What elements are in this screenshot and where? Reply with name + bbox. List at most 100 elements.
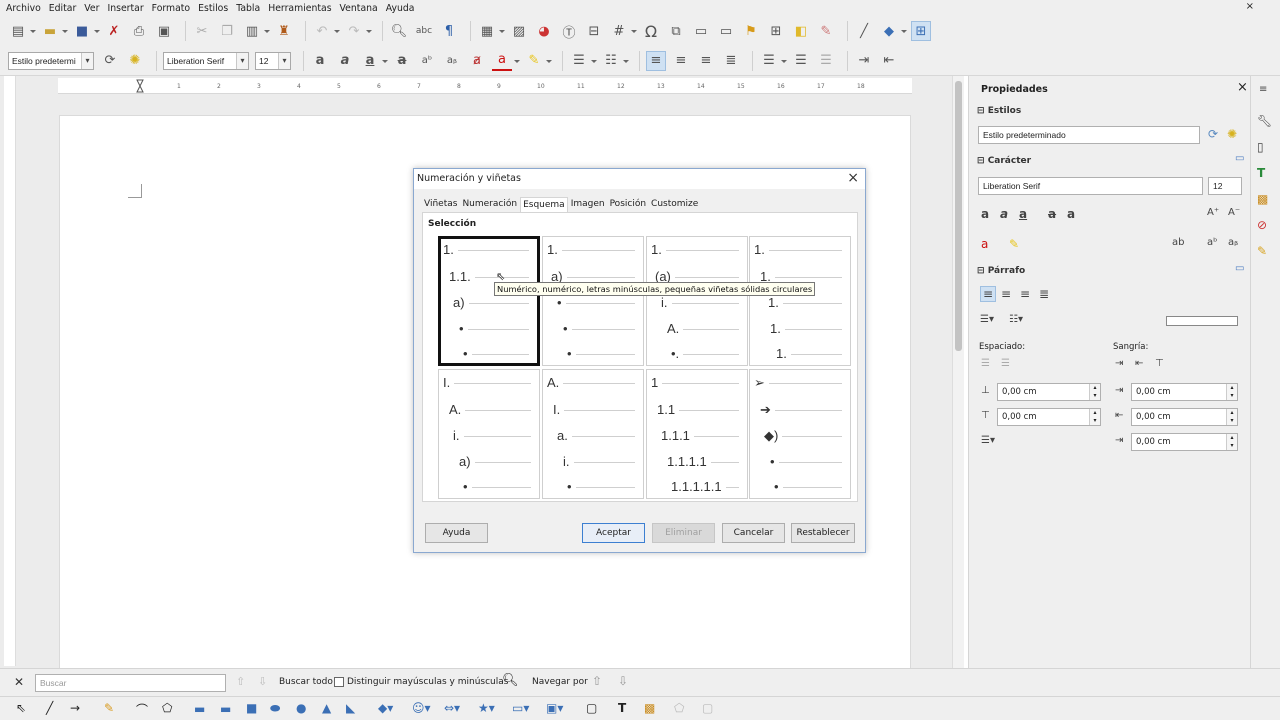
styles-tab-icon[interactable]: T (1257, 166, 1265, 180)
save-icon[interactable]: ■ (72, 21, 100, 41)
circle-icon[interactable]: ● (296, 701, 306, 715)
insert-comment-icon[interactable]: ◧ (791, 21, 811, 41)
decrease-indent-icon[interactable]: ⇤ (879, 51, 899, 71)
insert-line-icon[interactable]: ╱ (854, 21, 874, 41)
triangle-icon[interactable]: ▲ (322, 701, 331, 715)
tab-imagen[interactable]: Imagen (569, 197, 607, 212)
more-options-icon[interactable]: ▭ (1235, 153, 1244, 164)
line-spacing-icon[interactable]: ☰ (759, 51, 787, 71)
vertical-scrollbar[interactable] (952, 76, 964, 668)
insert-chart-icon[interactable]: ◕ (534, 21, 554, 41)
underline-icon[interactable]: a (360, 51, 388, 71)
insert-hyperlink-icon[interactable]: ⧉ (666, 21, 686, 41)
subscript-icon[interactable]: aᵦ (442, 51, 462, 71)
underline-icon[interactable]: a (1019, 207, 1027, 221)
scrollbar-thumb[interactable] (955, 81, 962, 351)
insert-image-icon[interactable]: ▩ (644, 701, 655, 715)
new-document-icon[interactable]: ▤ (8, 21, 36, 41)
unordered-list-icon[interactable]: ☰▾ (980, 314, 994, 325)
track-changes-icon[interactable]: ✎ (816, 21, 836, 41)
dialog-close-icon[interactable]: × (847, 170, 859, 186)
ordered-list-icon[interactable]: ☷ (601, 51, 629, 71)
cancel-button[interactable]: Cancelar (722, 523, 785, 543)
outline-preset-3[interactable]: 1. (a) i. A. •. (646, 236, 748, 366)
paragraph-background-swatch[interactable] (1166, 316, 1238, 326)
indent-after-field[interactable]: 0,00 cm (1131, 408, 1238, 426)
navigate-down-icon[interactable]: ⇩ (618, 674, 628, 688)
italic-icon[interactable]: a (335, 51, 355, 71)
bold-icon[interactable]: a (310, 51, 330, 71)
insert-page-break-icon[interactable]: ⊟ (584, 21, 604, 41)
spacing-below-field[interactable]: 0,00 cm (997, 408, 1101, 426)
outline-preset-5[interactable]: I. A. i. a) • (438, 369, 540, 499)
navigate-up-icon[interactable]: ⇧ (592, 674, 602, 688)
character-section-header[interactable]: ⊟ Carácter (977, 156, 1031, 166)
find-replace-icon[interactable]: 🔍︎ (502, 673, 519, 688)
more-options-icon[interactable]: ▭ (1235, 263, 1244, 274)
ellipse-icon[interactable]: ⬬ (270, 701, 280, 716)
subscript-icon[interactable]: aᵦ (1228, 237, 1238, 248)
points-icon[interactable]: ⬠ (674, 701, 684, 715)
insert-special-character-icon[interactable]: Ω (641, 21, 661, 41)
insert-bookmark-icon[interactable]: ⚑ (741, 21, 761, 41)
hanging-indent-icon[interactable]: ⊤ (1155, 358, 1164, 369)
fontwork-icon[interactable]: ▢ (586, 701, 597, 715)
formatting-marks-icon[interactable]: ¶ (439, 21, 459, 41)
bold-icon[interactable]: a (981, 207, 989, 221)
line-spacing-icon[interactable]: ☰▾ (981, 435, 995, 446)
sidebar-style-combo[interactable]: Estilo predeterminado (978, 126, 1200, 144)
redo-icon[interactable]: ↷ (344, 21, 372, 41)
superscript-icon[interactable]: aᵇ (1207, 237, 1217, 248)
print-preview-icon[interactable]: ▣ (154, 21, 174, 41)
gallery-tab-icon[interactable]: ▩ (1257, 192, 1268, 206)
tab-posicion[interactable]: Posición (608, 197, 648, 212)
tab-customize[interactable]: Customize (649, 197, 700, 212)
sidebar-close-icon[interactable]: × (1237, 80, 1248, 95)
highlight-color-icon[interactable]: ✎ (1009, 237, 1019, 251)
insert-cross-reference-icon[interactable]: ⊞ (766, 21, 786, 41)
font-name-combo[interactable]: Liberation Serif (163, 51, 249, 70)
outline-preset-2[interactable]: 1. a) • • • (542, 236, 644, 366)
outline-preset-4[interactable]: 1. 1. 1. 1. 1. (749, 236, 851, 366)
undo-icon[interactable]: ↶ (312, 21, 340, 41)
navigator-tab-icon[interactable]: ⊘ (1257, 218, 1267, 232)
reset-button[interactable]: Restablecer (791, 523, 855, 543)
clone-format-icon[interactable]: ♜ (274, 21, 294, 41)
polygon-icon[interactable]: ⬠ (162, 701, 172, 715)
first-line-indent-field[interactable]: 0,00 cm (1131, 433, 1238, 451)
insert-image-icon[interactable]: ▨ (509, 21, 529, 41)
insert-textbox-icon[interactable]: Ⓣ (559, 21, 579, 41)
update-style-icon[interactable]: ⟳ (100, 51, 120, 71)
italic-icon[interactable]: a (1000, 207, 1008, 221)
align-center-icon[interactable]: ≡ (671, 51, 691, 71)
export-pdf-icon[interactable]: ✗ (104, 21, 124, 41)
menu-herramientas[interactable]: Herramientas (268, 3, 331, 14)
line-icon[interactable]: ╱ (46, 701, 53, 715)
menu-formato[interactable]: Formato (152, 3, 190, 14)
justify-icon[interactable]: ≣ (1039, 287, 1049, 301)
outline-preset-7[interactable]: 1 1.1 1.1.1 1.1.1.1 1.1.1.1.1 (646, 369, 748, 499)
menu-tabla[interactable]: Tabla (236, 3, 260, 14)
spelling-icon[interactable]: abc (414, 21, 434, 41)
strikethrough-icon[interactable]: a (392, 51, 412, 71)
insert-endnote-icon[interactable]: ▭ (716, 21, 736, 41)
symbol-shapes-icon[interactable]: ☺▾ (412, 701, 431, 715)
styles-section-header[interactable]: ⊟ Estilos (977, 106, 1021, 116)
sidebar-menu-icon[interactable]: ≡ (1259, 84, 1267, 95)
increase-indent-icon[interactable]: ⇥ (1115, 358, 1123, 369)
basic-shapes-icon[interactable]: ◆ (879, 21, 907, 41)
show-draw-functions-icon[interactable]: ⊞ (911, 21, 931, 41)
unordered-list-icon[interactable]: ☰ (569, 51, 597, 71)
extrusion-icon[interactable]: ▢ (702, 701, 713, 715)
tab-esquema[interactable]: Esquema (520, 197, 568, 212)
find-replace-icon[interactable]: 🔍︎ (389, 21, 409, 41)
align-left-icon[interactable]: ≡ (646, 50, 666, 71)
align-right-icon[interactable]: ≡ (696, 51, 716, 71)
tab-numeracion[interactable]: Numeración (460, 197, 519, 212)
stars-icon[interactable]: ★▾ (478, 701, 495, 715)
highlight-color-icon[interactable]: ✎ (524, 51, 552, 71)
clear-formatting-icon[interactable]: ⱥ (467, 51, 487, 71)
search-input[interactable]: Buscar (35, 674, 226, 692)
increase-indent-icon[interactable]: ⇥ (854, 51, 874, 71)
align-left-icon[interactable]: ≡ (980, 286, 997, 302)
